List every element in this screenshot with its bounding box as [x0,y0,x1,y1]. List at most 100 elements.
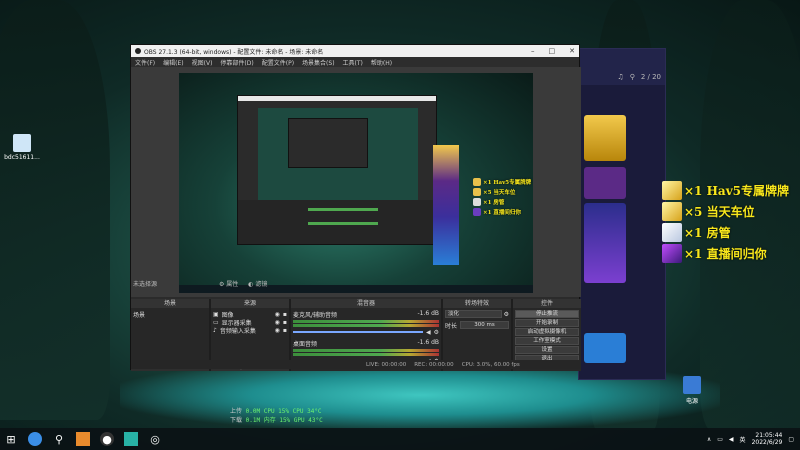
gift-row: ×1 直播间归你 [662,243,800,264]
properties-button[interactable]: ⚙ 属性 [219,281,238,288]
channel-db: -1.6 dB [417,310,439,317]
settings-button[interactable]: 设置 [515,346,579,354]
notification-icon[interactable]: ▢ [788,436,794,443]
image-icon: ▣ [213,310,219,318]
volume-slider[interactable] [293,331,423,333]
preview-area[interactable]: ×1 Hav5专属牌牌 ×5 当天车位 ×1 房管 ×1 直播间归你 [131,67,581,297]
eye-icon[interactable]: ◉ [275,311,280,318]
monitor-icon: ▭ [213,318,219,326]
live-card[interactable] [584,203,626,283]
live-card[interactable] [584,115,626,161]
network-icon[interactable]: ▭ [717,436,723,443]
live-card[interactable] [584,333,626,363]
cpu-temp: CPU 34°C [292,408,322,415]
search-icon[interactable]: ⚲ [52,432,66,446]
hardware-monitor: 上传 0.0M CPU 15% CPU 34°C 下载 0.1M 内存 15% … [230,407,323,425]
clock-date: 2022/6/29 [751,439,783,446]
clock[interactable]: 21:05:44 2022/6/29 [752,432,783,446]
gift-text: ×1 直播间归你 [684,247,767,261]
volume-meter [293,324,439,327]
gift-list: ×1 Hav5专属牌牌 ×5 当天车位 ×1 房管 ×1 直播间归你 [662,180,800,264]
stop-streaming-button[interactable]: 停止推流 [515,310,579,318]
settings-icon[interactable]: ⚙ [434,329,439,336]
no-source-label: 未选择源 [133,281,158,288]
desktop-icon-label: bdc51611... [4,154,40,161]
chevron-up-icon[interactable]: ∧ [707,436,711,443]
lock-icon[interactable]: ▪ [283,327,287,334]
duration-input[interactable]: 300 ms [460,321,509,329]
input-language[interactable]: 英 [740,435,746,444]
hw-row-download: 下载 0.1M 内存 15% GPU 43°C [230,416,323,425]
nested-gift-row: ×5 当天车位 [473,187,533,197]
studio-mode-button[interactable]: 工作室模式 [515,337,579,345]
mixer-row: ◀⚙ [293,328,439,336]
preview-canvas[interactable]: ×1 Hav5专属牌牌 ×5 当天车位 ×1 房管 ×1 直播间归你 [179,73,533,293]
person-icon[interactable]: ⚲ [630,73,635,81]
volume-icon[interactable]: ◀ [729,436,734,443]
obs-titlebar[interactable]: OBS 27.1.3 (64-bit, windows) - 配置文件: 未命名… [131,45,579,57]
scenes-header: 场景 [131,299,209,308]
crown-icon [662,244,682,263]
badge-icon [473,198,481,206]
steam-icon[interactable]: ◎ [148,432,162,446]
source-item[interactable]: ♪ 音频输入采集 ◉ ▪ [213,326,287,335]
hw-row-upload: 上传 0.0M CPU 15% CPU 34°C [230,407,323,416]
transition-select[interactable]: 淡化 [445,310,502,318]
controls-header: 控件 [513,299,581,308]
chrome-icon[interactable] [28,432,42,446]
duration-label: 时长 [445,323,458,330]
live-card[interactable] [584,167,626,199]
obs-app-icon [135,48,141,54]
close-icon[interactable]: ✕ [569,47,575,55]
eye-icon[interactable]: ◉ [275,319,280,326]
source-label: 音频输入采集 [219,327,256,335]
badge-icon [662,223,682,242]
gift-text: ×5 当天车位 [684,205,755,219]
minimize-icon[interactable]: – [531,47,535,55]
gpu-temp: GPU 43°C [293,417,323,424]
start-recording-button[interactable]: 开始录制 [515,319,579,327]
nested-gift-row: ×1 Hav5专属牌牌 [473,177,533,187]
nested-gift-row: ×1 房管 [473,197,533,207]
lock-icon[interactable]: ▪ [283,319,287,326]
cpu-status: CPU: 3.0%, 60.00 fps [461,361,520,368]
duration-row: 时长 300 ms [445,321,509,330]
scenes-list: 场景 [131,308,209,361]
menu-file[interactable]: 文件(F) [135,58,155,67]
settings-icon[interactable]: ⚙ [504,311,509,318]
speaker-icon[interactable]: ◀ [426,329,431,336]
filters-button[interactable]: ◐ 滤镜 [248,281,267,288]
volume-meter [293,349,439,352]
upload-value: 0.0M [245,408,261,415]
bell-icon[interactable]: ♫ [617,73,623,81]
desktop-icon-power[interactable]: 电源 [672,376,712,405]
obs-icon[interactable]: ● [100,432,114,446]
gold-bar-icon [662,181,682,200]
menu-edit[interactable]: 编辑(E) [163,58,183,67]
desktop-icon-file[interactable]: bdc51611... [2,134,42,161]
viewer-counter: 2 / 20 [640,73,661,81]
menu-help[interactable]: 帮助(H) [371,58,392,67]
lock-icon[interactable]: ▪ [283,311,287,318]
sources-header: 来源 [211,299,289,308]
nested-docks [238,200,436,244]
menu-bar: 文件(F) 编辑(E) 视图(V) 停靠部件(D) 配置文件(P) 场景集合(S… [131,57,579,67]
nested-gift-list: ×1 Hav5专属牌牌 ×5 当天车位 ×1 房管 ×1 直播间归你 [473,177,533,217]
eye-icon[interactable]: ◉ [275,327,280,334]
maximize-icon[interactable]: □ [549,47,556,55]
nested-meter [308,208,378,211]
gift-text: ×1 房管 [684,226,731,240]
menu-view[interactable]: 视图(V) [192,58,213,67]
download-value: 0.1M [245,417,261,424]
menu-scene-collection[interactable]: 场景集合(S) [302,58,335,67]
menu-docks[interactable]: 停靠部件(D) [220,58,253,67]
menu-profile[interactable]: 配置文件(P) [262,58,294,67]
crown-icon [473,208,481,216]
app-icon[interactable] [124,432,138,446]
app-icon[interactable] [76,432,90,446]
windows-start-icon[interactable]: ⊞ [4,432,18,446]
upload-label: 上传 [230,408,243,415]
menu-tools[interactable]: 工具(T) [343,58,363,67]
scene-item[interactable]: 场景 [133,310,207,319]
virtual-camera-button[interactable]: 启动虚拟摄像机 [515,328,579,336]
